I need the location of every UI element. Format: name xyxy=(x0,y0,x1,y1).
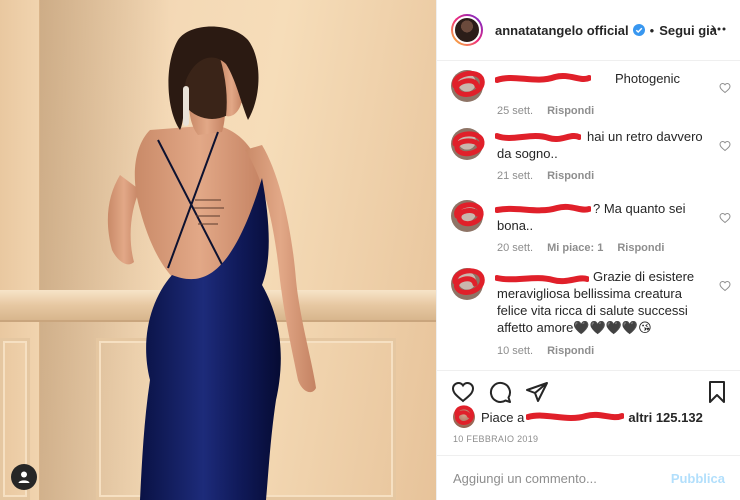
comment-likes-count[interactable]: Mi piace: 1 xyxy=(547,242,603,254)
comment-meta: 20 sett. Mi piace: 1 Rispondi xyxy=(497,242,664,254)
like-heart-icon[interactable] xyxy=(451,380,475,404)
following-button[interactable]: Segui già xyxy=(659,23,717,38)
more-options-icon[interactable] xyxy=(711,21,727,37)
comment-meta: 10 sett. Rispondi xyxy=(497,345,594,357)
header-separator: • xyxy=(649,22,655,38)
redaction-scribble xyxy=(452,268,485,295)
comment-time[interactable]: 10 sett. xyxy=(497,345,533,357)
woman-figure xyxy=(107,26,316,500)
post-date[interactable]: 10 FEBBRAIO 2019 xyxy=(453,434,538,444)
post-actions-bar xyxy=(437,370,740,406)
comment-time[interactable]: 21 sett. xyxy=(497,170,533,182)
reply-button[interactable]: Rispondi xyxy=(547,105,594,117)
likes-prefix: Piace a xyxy=(481,409,525,425)
redaction-scribble xyxy=(454,202,484,227)
comment-time[interactable]: 20 sett. xyxy=(497,242,533,254)
comment-text: Photogenic xyxy=(615,71,681,86)
comment-input[interactable] xyxy=(453,470,671,486)
bookmark-icon[interactable] xyxy=(705,380,729,404)
reply-button[interactable]: Rispondi xyxy=(547,170,594,182)
author-username[interactable]: annatatangelo official xyxy=(495,23,629,38)
comment-meta: 25 sett. Rispondi xyxy=(497,105,594,117)
likes-others-count[interactable]: altri 125.132 xyxy=(628,410,702,425)
verified-badge-icon xyxy=(632,24,645,36)
comment-meta: 21 sett. Rispondi xyxy=(497,170,594,182)
redaction-scribble xyxy=(452,131,485,157)
comment-text: hai un retro davvero da sogno.. xyxy=(497,129,703,161)
author-avatar[interactable] xyxy=(451,14,483,46)
comment-text: ? Ma quanto sei bona.. xyxy=(497,201,686,233)
comment-icon[interactable] xyxy=(488,380,512,404)
post-header: annatatangelo official • Segui già xyxy=(437,0,740,61)
user-tag-icon[interactable] xyxy=(11,464,37,490)
heart-icon[interactable] xyxy=(719,140,731,152)
publish-button[interactable]: Pubblica xyxy=(671,471,725,486)
post-side-panel: annatatangelo official • Segui già Photo… xyxy=(436,0,740,500)
heart-icon[interactable] xyxy=(719,212,731,224)
redacted-liker-name xyxy=(524,411,625,423)
likes-summary[interactable]: Piace a altri 125.132 xyxy=(453,406,703,428)
comment-composer: Pubblica xyxy=(437,455,740,500)
redaction-scribble xyxy=(452,70,485,97)
comment-time[interactable]: 25 sett. xyxy=(497,105,533,117)
redaction-scribble xyxy=(454,405,474,425)
share-icon[interactable] xyxy=(525,380,549,404)
reply-button[interactable]: Rispondi xyxy=(547,345,594,357)
comments-list[interactable]: Photogenic 25 sett. Rispondi hai un retr… xyxy=(437,62,740,369)
comment-text: Grazie di esistere meravigliosa bellissi… xyxy=(497,269,695,335)
heart-icon[interactable] xyxy=(719,280,731,292)
heart-icon[interactable] xyxy=(719,82,731,94)
reply-button[interactable]: Rispondi xyxy=(617,242,664,254)
post-photo[interactable] xyxy=(0,0,436,500)
